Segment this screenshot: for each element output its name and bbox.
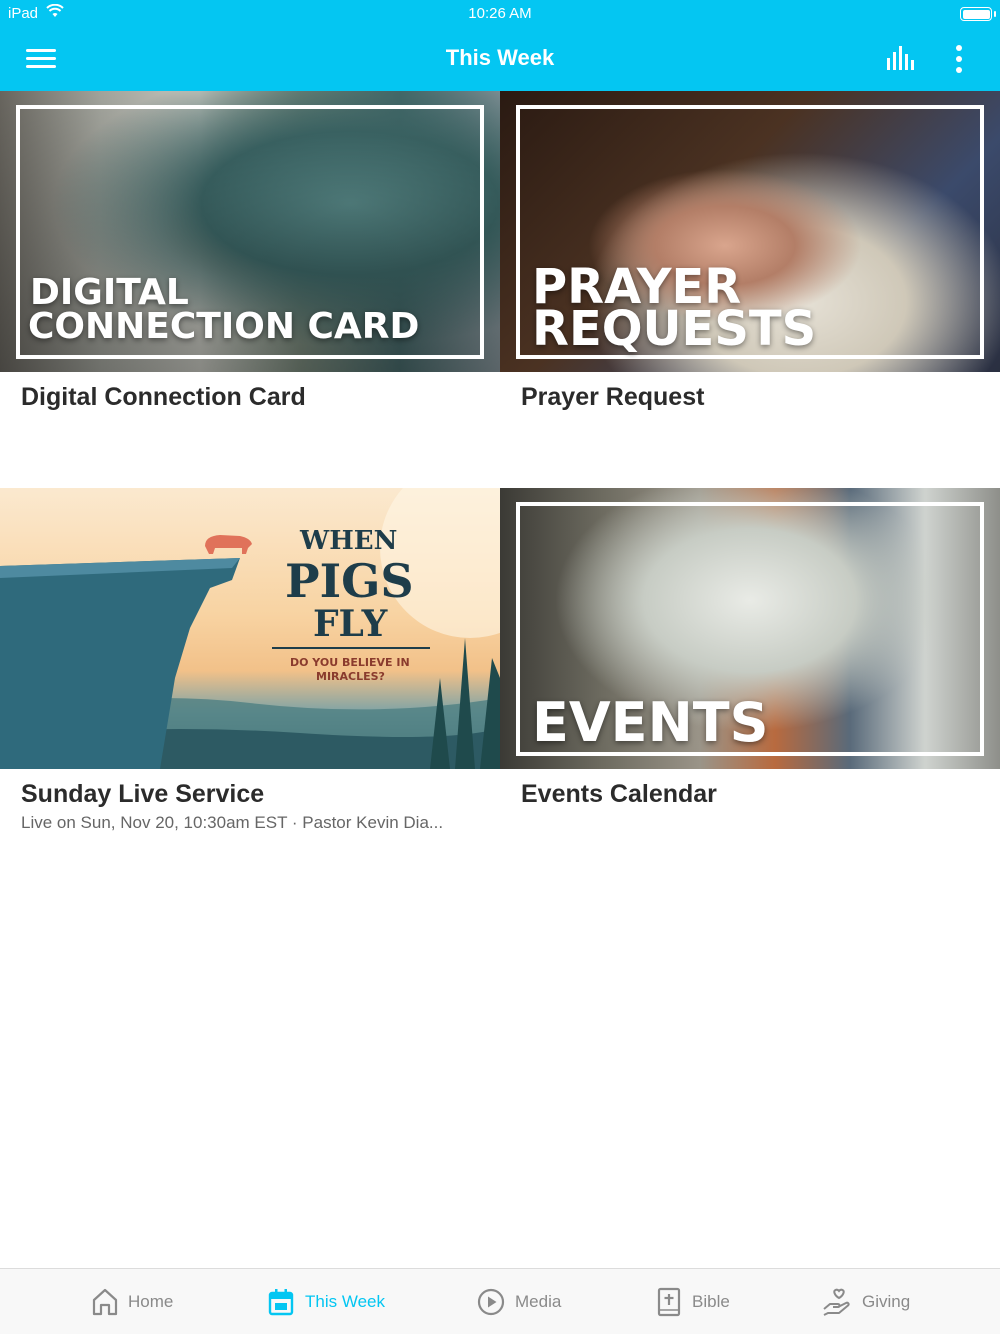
card-title: Digital Connection Card bbox=[21, 383, 306, 411]
tab-giving[interactable]: Giving bbox=[822, 1285, 910, 1319]
audio-bars-icon bbox=[887, 46, 914, 70]
bottom-tab-bar: Home This Week Media Bible Giving bbox=[0, 1268, 1000, 1334]
thumbnail-text: CONNECTION CARD bbox=[28, 306, 420, 347]
card-digital-connection[interactable]: DIGITAL CONNECTION CARD Digital Connecti… bbox=[0, 91, 500, 411]
tab-label: Giving bbox=[862, 1292, 911, 1311]
card-title: Events Calendar bbox=[521, 780, 717, 808]
giving-hand-icon bbox=[823, 1288, 850, 1316]
card-events-calendar[interactable]: EVENTS Events Calendar bbox=[500, 488, 1000, 808]
card-title: Sunday Live Service bbox=[21, 780, 265, 808]
more-options-button[interactable] bbox=[944, 42, 974, 76]
battery-icon bbox=[960, 7, 996, 21]
cliff-illustration bbox=[0, 488, 500, 769]
thumbnail-text: REQUESTS bbox=[532, 301, 817, 357]
more-dot-icon bbox=[956, 67, 962, 73]
thumbnail-text: DO YOU BELIEVE IN bbox=[290, 656, 410, 669]
thumbnail-text: PIGS bbox=[285, 554, 414, 608]
page-title: This Week bbox=[445, 45, 555, 70]
card-subtitle: Live on Sun, Nov 20, 10:30am EST · Pasto… bbox=[21, 813, 444, 832]
tab-label: Bible bbox=[692, 1292, 730, 1311]
thumbnail-text: EVENTS bbox=[532, 691, 769, 754]
tab-media[interactable]: Media bbox=[477, 1285, 561, 1319]
thumbnail-text: FLY bbox=[313, 603, 388, 645]
top-bar: iPad 10:26 AM This Week bbox=[0, 0, 1000, 91]
status-time: 10:26 AM bbox=[468, 5, 532, 22]
tab-label: Media bbox=[515, 1292, 562, 1311]
digital-connection-thumbnail: DIGITAL CONNECTION CARD bbox=[0, 91, 500, 372]
card-title: Prayer Request bbox=[521, 383, 705, 411]
tab-bible[interactable]: Bible bbox=[656, 1285, 730, 1319]
card-prayer-request[interactable]: PRAYER REQUESTS Prayer Request bbox=[500, 91, 1000, 411]
tab-home[interactable]: Home bbox=[92, 1285, 173, 1319]
card-sunday-live-service[interactable]: WHEN PIGS FLY DO YOU BELIEVE IN MIRACLES… bbox=[0, 488, 500, 832]
tab-label: Home bbox=[128, 1292, 174, 1311]
more-dot-icon bbox=[956, 56, 962, 62]
calendar-icon bbox=[268, 1289, 294, 1316]
home-icon bbox=[92, 1288, 118, 1316]
thumbnail-text: WHEN bbox=[300, 526, 398, 556]
audio-bars-button[interactable] bbox=[882, 44, 922, 74]
status-bar: iPad 10:26 AM bbox=[0, 0, 1000, 28]
prayer-requests-thumbnail: PRAYER REQUESTS bbox=[500, 91, 1000, 372]
events-thumbnail: EVENTS bbox=[500, 488, 1000, 769]
more-dot-icon bbox=[956, 45, 962, 51]
thumbnail-text: MIRACLES? bbox=[316, 670, 385, 683]
when-pigs-fly-thumbnail: WHEN PIGS FLY DO YOU BELIEVE IN MIRACLES… bbox=[0, 488, 500, 769]
tab-label: This Week bbox=[305, 1292, 385, 1311]
play-circle-icon bbox=[477, 1288, 505, 1316]
tab-this-week[interactable]: This Week bbox=[267, 1285, 385, 1319]
bible-icon bbox=[657, 1287, 681, 1317]
